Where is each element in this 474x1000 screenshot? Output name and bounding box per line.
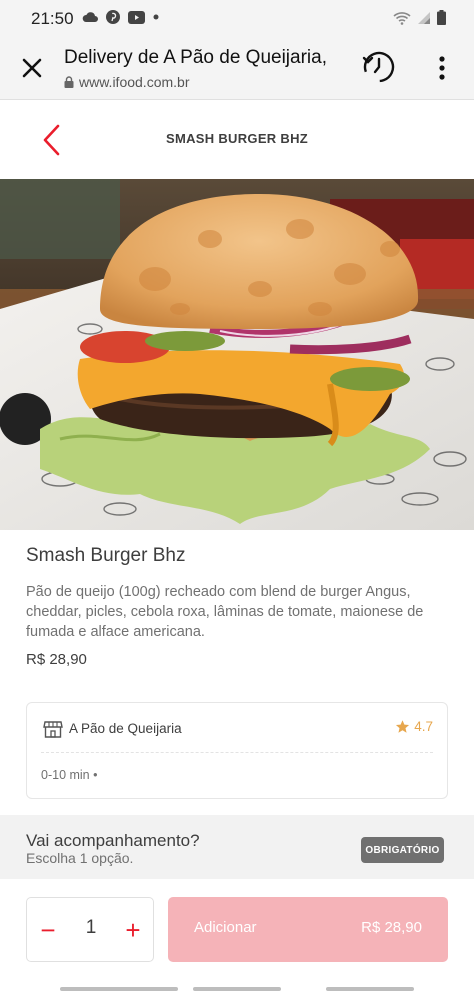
add-to-cart-button[interactable]: Adicionar R$ 28,90 <box>168 897 448 962</box>
star-icon <box>396 720 410 733</box>
product-price: R$ 28,90 <box>26 651 87 668</box>
system-nav-bar <box>0 978 474 1000</box>
history-icon[interactable] <box>362 50 396 84</box>
nav-home-button[interactable] <box>193 987 281 991</box>
product-description: Pão de queijo (100g) recheado com blend … <box>26 584 424 640</box>
wifi-icon <box>393 11 411 25</box>
status-time: 21:50 <box>31 9 74 28</box>
page-title: SMASH BURGER BHZ <box>165 131 309 146</box>
dot-icon <box>153 14 159 20</box>
nav-back-button[interactable] <box>326 987 414 991</box>
side-dish-title: Vai acompanhamento? <box>26 831 200 850</box>
youtube-icon <box>128 10 145 24</box>
divider <box>41 752 433 753</box>
decrement-button[interactable]: − <box>37 916 59 944</box>
store-name: A Pão de Queijaria <box>69 721 182 736</box>
quantity-stepper: − 1 + <box>26 897 154 962</box>
quantity-value: 1 <box>85 917 97 938</box>
delivery-time: 0-10 min • <box>41 768 98 782</box>
store-icon <box>43 721 63 738</box>
add-button-label: Adicionar <box>194 919 257 936</box>
browser-url-text: www.ifood.com.br <box>79 74 190 90</box>
side-dish-section: Vai acompanhamento? Escolha 1 opção. OBR… <box>0 815 474 879</box>
burger-illustration <box>0 179 474 530</box>
browser-page-title: Delivery de A Pão de Queijaria, <box>64 47 327 68</box>
signal-icon <box>418 11 430 24</box>
battery-icon <box>437 10 446 25</box>
page-header: SMASH BURGER BHZ <box>0 101 474 179</box>
more-vert-icon[interactable] <box>432 54 452 82</box>
product-name: Smash Burger Bhz <box>26 545 186 566</box>
add-button-price: R$ 28,90 <box>361 919 422 936</box>
close-icon[interactable] <box>20 56 44 80</box>
product-image <box>0 179 474 530</box>
store-rating: 4.7 <box>395 719 433 734</box>
store-rating-value: 4.7 <box>414 719 433 734</box>
store-card[interactable]: A Pão de Queijaria 4.7 0-10 min • <box>26 702 448 799</box>
increment-button[interactable]: + <box>121 916 145 944</box>
status-bar: 21:50 <box>0 0 474 36</box>
browser-url: www.ifood.com.br <box>64 74 189 90</box>
side-dish-subtitle: Escolha 1 opção. <box>26 850 134 866</box>
cloud-icon <box>82 12 98 22</box>
lock-icon <box>64 76 74 88</box>
pinterest-icon <box>106 10 120 24</box>
required-badge: OBRIGATÓRIO <box>361 837 444 863</box>
browser-toolbar: Delivery de A Pão de Queijaria, www.ifoo… <box>0 36 474 100</box>
nav-recent-button[interactable] <box>60 987 178 991</box>
